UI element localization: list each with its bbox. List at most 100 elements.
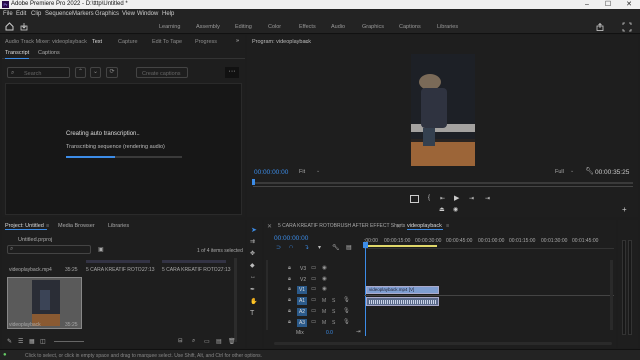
minimize-button[interactable]: – — [577, 0, 597, 9]
audio-clip-a1[interactable] — [366, 297, 439, 306]
track-label-a1[interactable]: A1 — [297, 297, 307, 305]
menu-graphics[interactable]: Graphics — [95, 11, 119, 17]
track-label-a2[interactable]: A2 — [297, 308, 307, 316]
workspace-assembly[interactable]: Assembly — [196, 24, 220, 30]
microphone-icon[interactable]: 🎙︎ — [343, 319, 350, 325]
menu-file[interactable]: File — [3, 11, 13, 17]
eye-icon[interactable]: ◉ — [322, 286, 327, 292]
step-forward-icon[interactable]: ⇥ — [469, 195, 474, 202]
new-item-icon[interactable]: ▤ — [216, 338, 222, 345]
project-item-thumbnail[interactable] — [86, 260, 150, 263]
sync-lock-icon[interactable]: ▭ — [311, 319, 316, 325]
project-item-label[interactable]: videoplayback — [9, 322, 41, 328]
lock-icon[interactable]: 🔒︎ — [288, 276, 291, 283]
lock-icon[interactable]: 🔒︎ — [288, 319, 291, 326]
step-back-icon[interactable]: ⇤ — [440, 195, 445, 202]
microphone-icon[interactable]: 🎙︎ — [343, 297, 350, 303]
trash-icon[interactable]: 🗑︎ — [228, 338, 236, 345]
add-marker-icon[interactable]: ▾ — [318, 244, 321, 251]
tab-progress[interactable]: Progress — [195, 39, 217, 45]
solo-button[interactable]: S — [332, 298, 335, 304]
mute-button[interactable]: M — [322, 320, 326, 326]
tab-edit-to-tape[interactable]: Edit To Tape — [152, 39, 182, 45]
wrench-icon[interactable]: 🔧︎ — [585, 167, 594, 175]
tab-sequence-rotobrush[interactable]: 5 CARA KREATIF ROTOBRUSH AFTER EFFECT Sh… — [278, 223, 405, 229]
menu-edit[interactable]: Edit — [16, 11, 26, 17]
ripple-edit-icon[interactable]: ✥ — [250, 250, 255, 257]
panel-menu-icon[interactable]: ≡ — [305, 39, 308, 45]
sync-lock-icon[interactable]: ▭ — [311, 297, 316, 303]
icon-view-icon[interactable]: ▦ — [29, 338, 35, 345]
workspace-color[interactable]: Color — [268, 24, 281, 30]
import-icon[interactable] — [20, 23, 28, 31]
sync-lock-icon[interactable]: ▭ — [311, 276, 316, 282]
close-button[interactable]: ✕ — [619, 0, 639, 9]
track-select-icon[interactable]: ⇉ — [250, 238, 255, 245]
workspace-audio[interactable]: Audio — [331, 24, 345, 30]
tab-audio-track-mixer[interactable]: Audio Track Mixer: videoplayback — [5, 39, 87, 45]
go-to-out-icon[interactable]: ⇥ — [485, 195, 490, 202]
insert-frame-icon[interactable] — [410, 195, 419, 203]
program-title[interactable]: Program: videoplayback — [252, 39, 311, 45]
lock-icon[interactable]: 🔒︎ — [288, 286, 291, 293]
folder-icon[interactable]: ▭ — [204, 338, 210, 345]
tab-libraries[interactable]: Libraries — [108, 223, 129, 229]
subtab-captions[interactable]: Captions — [38, 50, 60, 56]
subtab-transcript[interactable]: Transcript — [5, 50, 29, 56]
sync-lock-icon[interactable]: ▭ — [311, 265, 316, 271]
eye-icon[interactable]: ◉ — [322, 276, 327, 282]
freeform-view-icon[interactable]: ◫ — [40, 338, 46, 345]
workspace-captions[interactable]: Captions — [399, 24, 421, 30]
track-label-v1[interactable]: V1 — [297, 286, 307, 294]
mark-in-icon[interactable]: { — [428, 195, 430, 201]
slip-icon[interactable]: ↔ — [250, 274, 256, 280]
project-item-label[interactable]: videoplayback.mp4 — [9, 267, 52, 273]
maximize-button[interactable]: ☐ — [598, 0, 618, 9]
menu-help[interactable]: Help — [162, 11, 174, 17]
fullscreen-icon[interactable] — [622, 22, 632, 32]
lock-icon[interactable]: 🔒︎ — [288, 297, 291, 304]
previous-result-button[interactable]: ⌃ — [75, 67, 86, 78]
project-search-input[interactable]: ⌕ — [7, 245, 91, 254]
create-captions-button[interactable]: Create captions — [136, 67, 188, 78]
workspace-libraries[interactable]: Libraries — [437, 24, 458, 30]
home-icon[interactable] — [5, 22, 14, 31]
zoom-scrollbar[interactable] — [253, 186, 633, 188]
workspace-editing[interactable]: Editing — [235, 24, 252, 30]
replace-icon[interactable]: ⟳ — [106, 67, 118, 78]
search-icon[interactable]: ⌕ — [192, 338, 195, 345]
panel-overflow-icon[interactable]: » — [236, 38, 239, 44]
export-frame-icon[interactable]: ◉ — [453, 206, 458, 213]
mute-button[interactable]: M — [322, 298, 326, 304]
project-item-thumbnail[interactable] — [162, 260, 226, 263]
lift-icon[interactable]: ⏏ — [439, 206, 445, 213]
eye-icon[interactable]: ◉ — [322, 265, 327, 271]
workspace-effects[interactable]: Effects — [299, 24, 316, 30]
time-ruler[interactable]: :00:00 00:00:15:00 00:00:30:00 00:00:45:… — [364, 235, 614, 249]
playhead-icon[interactable] — [252, 179, 255, 185]
menu-view[interactable]: View — [122, 11, 135, 17]
track-label-v3[interactable]: V3 — [300, 266, 306, 272]
captions-icon[interactable]: ▤ — [346, 244, 352, 251]
linked-selection-icon[interactable]: ∩ — [289, 244, 293, 250]
transcript-search[interactable]: ⌕ Search — [7, 67, 70, 78]
pencil-icon[interactable]: ✎ — [7, 338, 12, 345]
zoom-slider[interactable] — [54, 341, 84, 342]
workspace-graphics[interactable]: Graphics — [362, 24, 384, 30]
panel-menu-icon[interactable]: ≡ — [446, 223, 449, 229]
wrench-icon[interactable]: 🔧︎ — [332, 244, 340, 251]
more-options-icon[interactable]: ··· — [225, 67, 239, 78]
program-timecode[interactable]: 00:00:00:00 — [254, 169, 288, 176]
selection-tool-icon[interactable]: ➤ — [251, 226, 257, 234]
timeline-vertical-scrollbar[interactable] — [610, 260, 613, 330]
type-tool-icon[interactable]: T — [250, 310, 254, 317]
project-item-label[interactable]: 5 CARA KREATIF ROTO... — [162, 267, 222, 273]
razor-icon[interactable]: ◆ — [250, 262, 255, 269]
mix-value[interactable]: 0.0 — [326, 330, 333, 336]
lock-icon[interactable]: 🔒︎ — [288, 308, 291, 315]
new-bin-icon[interactable]: ▣ — [98, 246, 104, 253]
project-item-label[interactable]: 5 CARA KREATIF ROTO... — [86, 267, 146, 273]
add-button-icon[interactable]: + — [622, 205, 627, 214]
menu-window[interactable]: Window — [137, 11, 158, 17]
workspace-learning[interactable]: Learning — [159, 24, 180, 30]
